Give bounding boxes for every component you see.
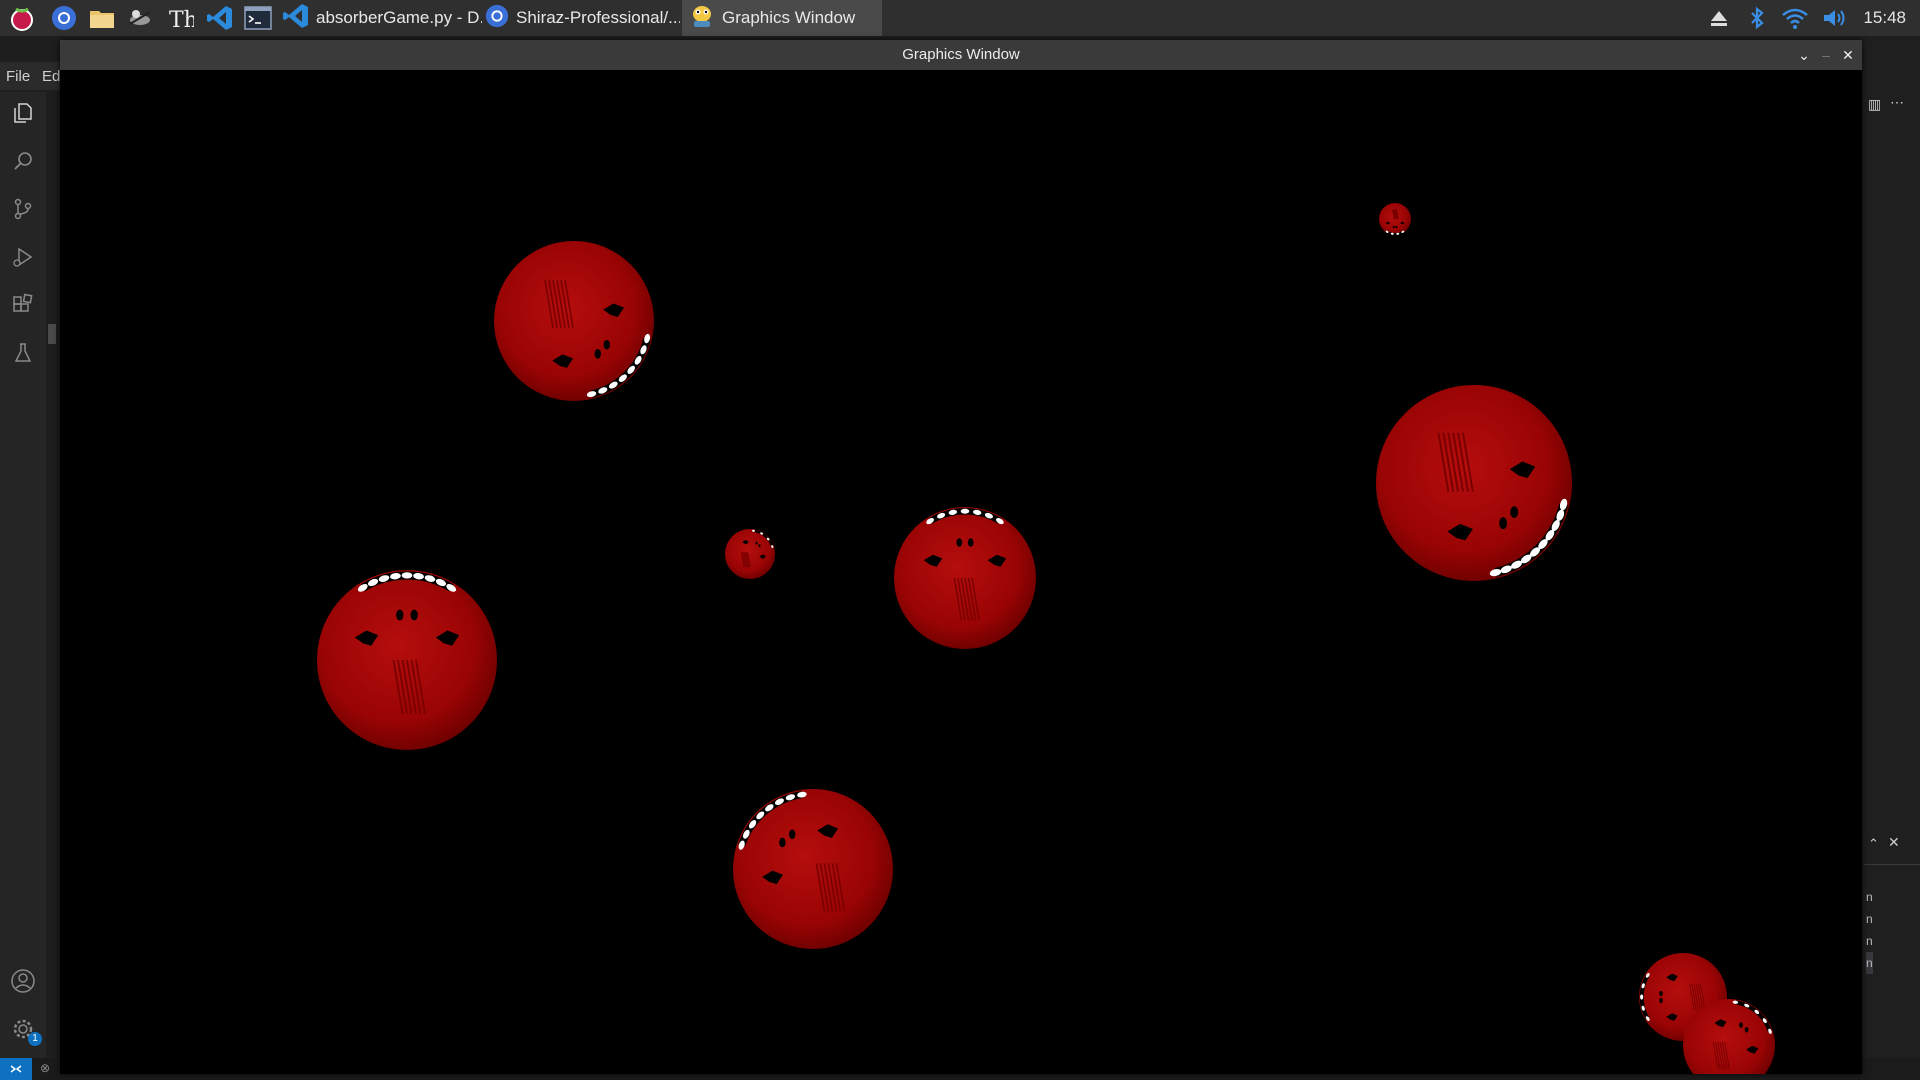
clock[interactable]: 15:48 bbox=[1863, 0, 1906, 36]
blob-tooth bbox=[960, 508, 970, 514]
vscode-icon bbox=[282, 2, 310, 35]
blob-nostril bbox=[1659, 990, 1663, 997]
task-label: Shiraz-Professional/... bbox=[516, 8, 680, 27]
panel-row[interactable]: n bbox=[1866, 908, 1873, 930]
blob-nostril bbox=[758, 544, 761, 548]
blob-nostril bbox=[779, 837, 786, 848]
blob-creature bbox=[1379, 203, 1411, 236]
blob-nostril bbox=[594, 349, 601, 359]
menu-file[interactable]: File bbox=[6, 68, 30, 85]
thonny-icon[interactable]: Th bbox=[166, 4, 194, 32]
wifi-icon[interactable] bbox=[1780, 0, 1810, 36]
file-manager-icon[interactable] bbox=[88, 4, 116, 32]
more-actions-icon[interactable]: ⋯ bbox=[1890, 94, 1904, 111]
source-control-icon[interactable] bbox=[8, 194, 38, 224]
task-graphics-window[interactable]: Graphics Window bbox=[682, 0, 882, 36]
remote-indicator-icon[interactable] bbox=[0, 1058, 32, 1080]
maximize-panel-icon[interactable]: ⌃ bbox=[1868, 836, 1879, 852]
panel-row[interactable]: n bbox=[1866, 930, 1873, 952]
taskbar: Th absorberGame.py - D... Shiraz-Profess… bbox=[0, 0, 1920, 36]
vscode-icon[interactable] bbox=[206, 4, 234, 32]
blob-creature bbox=[317, 570, 497, 750]
blob-nostril bbox=[410, 609, 418, 621]
browser-icon[interactable] bbox=[50, 4, 78, 32]
terminal-icon[interactable] bbox=[244, 4, 272, 32]
python-icon bbox=[688, 2, 716, 35]
game-canvas[interactable] bbox=[60, 70, 1862, 1074]
blob-layer bbox=[317, 203, 1775, 1074]
panel-row[interactable]: n bbox=[1866, 886, 1873, 908]
sidebar-scrollbar[interactable] bbox=[48, 324, 56, 344]
task-vscode[interactable]: absorberGame.py - D... bbox=[282, 0, 482, 36]
bluetooth-icon[interactable] bbox=[1744, 0, 1770, 36]
close-panel-icon[interactable]: ✕ bbox=[1888, 834, 1900, 851]
blob-nostril bbox=[967, 538, 974, 547]
blob-tooth bbox=[1640, 994, 1644, 1000]
blob-nostril bbox=[1392, 225, 1395, 229]
eject-icon[interactable] bbox=[1706, 0, 1732, 36]
svg-text:Th: Th bbox=[169, 8, 194, 32]
blob-nostril bbox=[755, 541, 758, 545]
task-browser[interactable]: Shiraz-Professional/... bbox=[484, 0, 680, 36]
account-icon[interactable] bbox=[8, 966, 38, 996]
blob-body bbox=[733, 789, 893, 949]
explorer-icon[interactable] bbox=[8, 98, 38, 128]
graphics-window: Graphics Window ⌄ – ✕ bbox=[60, 40, 1862, 1074]
blob-nostril bbox=[603, 339, 611, 350]
split-editor-icon[interactable]: ▥ bbox=[1868, 96, 1881, 113]
settings-gear-icon[interactable]: 1 bbox=[8, 1014, 42, 1046]
task-label: Graphics Window bbox=[722, 8, 856, 27]
testing-icon[interactable] bbox=[8, 338, 38, 368]
blob-tooth bbox=[401, 572, 413, 579]
window-title: Graphics Window bbox=[902, 46, 1020, 63]
blob-nostril bbox=[1659, 997, 1663, 1004]
blob-nostril bbox=[396, 609, 404, 621]
blob-creature bbox=[894, 507, 1036, 649]
browser-icon bbox=[484, 3, 510, 34]
run-debug-icon[interactable] bbox=[8, 242, 38, 272]
blob-creature bbox=[1376, 385, 1572, 581]
panel-row[interactable]: n bbox=[1866, 952, 1873, 974]
blob-creature bbox=[725, 529, 775, 579]
minimize-icon[interactable]: – bbox=[1814, 40, 1838, 70]
activity-bar: 1 bbox=[0, 92, 46, 1058]
blob-body bbox=[494, 241, 654, 401]
panel-divider bbox=[1864, 864, 1920, 865]
panel-list: n n n n bbox=[1866, 886, 1873, 974]
close-icon[interactable]: ✕ bbox=[1836, 40, 1860, 70]
blob-nostril bbox=[788, 829, 796, 840]
blob-nostril bbox=[956, 538, 963, 547]
mathematica-icon[interactable] bbox=[126, 4, 154, 32]
blob-creature bbox=[733, 789, 893, 949]
problems-icon[interactable]: ⊗ bbox=[40, 1061, 50, 1075]
blob-nostril bbox=[1510, 506, 1519, 518]
settings-badge: 1 bbox=[28, 1032, 42, 1046]
extensions-icon[interactable] bbox=[8, 290, 38, 320]
blob-body bbox=[725, 529, 775, 579]
blob-nostril bbox=[1499, 517, 1508, 530]
vscode-menu-bar: File Ed bbox=[0, 62, 62, 90]
menu-edit[interactable]: Ed bbox=[42, 68, 60, 85]
task-label: absorberGame.py - D... bbox=[316, 8, 482, 27]
raspberry-menu-icon[interactable] bbox=[8, 4, 36, 32]
blob-nostril bbox=[1395, 225, 1398, 229]
blob-nostril bbox=[1739, 1022, 1743, 1028]
editor-right-edge: ▥ ⋯ ⌃ ✕ n n n n bbox=[1862, 40, 1920, 1058]
window-menu-icon[interactable]: ⌄ bbox=[1792, 40, 1816, 70]
volume-icon[interactable] bbox=[1820, 0, 1850, 36]
blob-body bbox=[1376, 385, 1572, 581]
blob-creature bbox=[494, 241, 654, 401]
window-titlebar[interactable]: Graphics Window ⌄ – ✕ bbox=[60, 40, 1862, 70]
search-icon[interactable] bbox=[8, 146, 38, 176]
blob-nostril bbox=[1744, 1026, 1749, 1033]
